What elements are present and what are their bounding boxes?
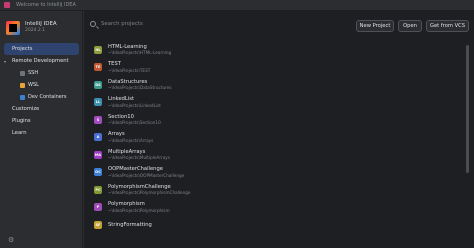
toolbar: New Project Open Get from VCS — [84, 19, 474, 33]
wsl-icon — [20, 82, 25, 88]
project-avatar-icon: S — [94, 115, 102, 124]
project-avatar-icon: SF — [94, 220, 102, 229]
scrollbar[interactable] — [466, 45, 469, 173]
project-avatar-icon: MA — [94, 150, 102, 159]
search-bar — [90, 21, 301, 27]
ssh-icon — [20, 70, 25, 76]
sidebar-item-customize[interactable]: Customize — [0, 103, 83, 115]
project-avatar-icon: P — [94, 203, 102, 212]
project-path: ~\IdeaProjects\Section10 — [108, 120, 161, 126]
gear-icon[interactable]: ⚙ — [8, 236, 14, 244]
project-row[interactable]: SF StringFormatting — [84, 216, 464, 234]
get-from-vcs-button[interactable]: Get from VCS — [426, 20, 469, 32]
dev-containers-icon — [20, 94, 25, 100]
intellij-logo-icon — [6, 21, 20, 35]
project-row[interactable]: DS DataStructures ~\IdeaProjects\DataStru… — [84, 76, 464, 94]
new-project-button[interactable]: New Project — [356, 20, 394, 32]
project-avatar-icon: HL — [94, 45, 102, 54]
project-path: ~\IdeaProjects\DataStructures — [108, 85, 172, 91]
open-button[interactable]: Open — [398, 20, 422, 32]
search-input[interactable] — [101, 21, 301, 27]
sidebar: IntelliJ IDEA 2024.2.1 Projects ▾ Remote… — [0, 11, 83, 248]
project-row[interactable]: P Polymorphism ~\IdeaProjects\Polymorphis… — [84, 199, 464, 217]
project-list: HL HTML-Learning ~\IdeaProjects\HTML-Lear… — [84, 41, 464, 234]
project-row[interactable]: LL LinkedList ~\IdeaProjects\LinkedList — [84, 94, 464, 112]
project-path: ~\IdeaProjects\TEST — [108, 67, 151, 73]
window-title: Welcome to IntelliJ IDEA — [16, 2, 76, 8]
project-avatar-icon: A — [94, 133, 102, 142]
project-row[interactable]: MA MultipleArrays ~\IdeaProjects\Multiple… — [84, 146, 464, 164]
project-avatar-icon: PC — [94, 185, 102, 194]
app-icon — [4, 2, 10, 8]
sidebar-item-learn[interactable]: Learn — [0, 127, 83, 139]
sidebar-item-label: Customize — [12, 106, 40, 112]
project-name: StringFormatting — [108, 221, 152, 228]
project-row[interactable]: PC PolymorphismChallenge ~\IdeaProjects\P… — [84, 181, 464, 199]
search-icon — [90, 21, 96, 27]
sidebar-item-label: Learn — [12, 130, 27, 136]
chevron-down-icon[interactable]: ▾ — [4, 59, 8, 64]
sidebar-item-projects[interactable]: Projects — [4, 43, 79, 55]
project-avatar-icon: OC — [94, 168, 102, 177]
project-avatar-icon: TE — [94, 63, 102, 72]
project-row[interactable]: A Arrays ~\IdeaProjects\Arrays — [84, 129, 464, 147]
main-panel: New Project Open Get from VCS HL HTML-Le… — [84, 11, 474, 248]
project-avatar-icon: DS — [94, 80, 102, 89]
sidebar-item-label: Remote Development — [12, 58, 69, 64]
project-path: ~\IdeaProjects\HTML-Learning — [108, 50, 172, 56]
project-row[interactable]: OC OOPMasterChallenge ~\IdeaProjects\OOPM… — [84, 164, 464, 182]
sidebar-item-dev-containers[interactable]: Dev Containers — [0, 91, 83, 103]
project-row[interactable]: TE TEST ~\IdeaProjects\TEST — [84, 59, 464, 77]
brand: IntelliJ IDEA 2024.2.1 — [6, 21, 57, 35]
project-row[interactable]: S Section10 ~\IdeaProjects\Section10 — [84, 111, 464, 129]
sidebar-item-label: WSL — [28, 82, 39, 88]
sidebar-item-label: SSH — [28, 70, 39, 76]
sidebar-item-remote-development[interactable]: ▾ Remote Development — [0, 55, 83, 67]
sidebar-item-label: Plugins — [12, 118, 31, 124]
sidebar-item-label: Dev Containers — [28, 94, 67, 100]
product-name: IntelliJ IDEA — [25, 21, 57, 27]
title-bar: Welcome to IntelliJ IDEA — [0, 0, 474, 11]
sidebar-nav: Projects ▾ Remote Development SSH WSL De… — [0, 43, 83, 139]
project-path: ~\IdeaProjects\LinkedList — [108, 102, 161, 108]
project-path: ~\IdeaProjects\PolymorphismChallenge — [108, 190, 191, 196]
sidebar-item-label: Projects — [12, 46, 33, 52]
project-path: ~\IdeaProjects\Polymorphism — [108, 207, 170, 213]
project-path: ~\IdeaProjects\Arrays — [108, 137, 154, 143]
product-version: 2024.2.1 — [25, 28, 46, 33]
sidebar-item-wsl[interactable]: WSL — [0, 79, 83, 91]
project-path: ~\IdeaProjects\OOPMasterChallenge — [108, 172, 185, 178]
project-row[interactable]: HL HTML-Learning ~\IdeaProjects\HTML-Lear… — [84, 41, 464, 59]
project-avatar-icon: LL — [94, 98, 102, 107]
sidebar-item-ssh[interactable]: SSH — [0, 67, 83, 79]
sidebar-item-plugins[interactable]: Plugins — [0, 115, 83, 127]
project-path: ~\IdeaProjects\MultipleArrays — [108, 155, 170, 161]
